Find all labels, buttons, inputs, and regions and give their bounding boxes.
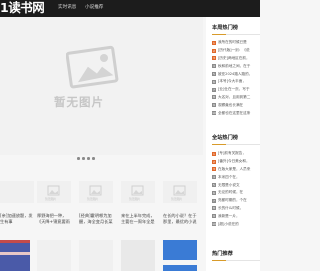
book-cover[interactable]: [0, 240, 30, 271]
rank-item[interactable]: 3 [历史]两地区在前，: [212, 55, 264, 63]
rank-item[interactable]: 2 [历代版]一剑：《说: [212, 47, 264, 55]
article-card[interactable]: 暂无图片: [37, 181, 71, 203]
image-placeholder-icon: [131, 185, 144, 196]
total-hot-title: 全站热门榜: [212, 135, 238, 141]
slider-dot[interactable]: [87, 157, 90, 160]
article-thumbnail[interactable]: 暂无图片: [37, 181, 71, 203]
book-cover[interactable]: [163, 240, 197, 271]
rank-badge: 3: [212, 56, 216, 61]
article-title[interactable]: 来在上半年完成，主要在一周年全是一: [121, 213, 155, 225]
article-thumbnail[interactable]: [37, 240, 71, 271]
rank-badge: 1: [212, 40, 216, 45]
article-card-title-wrap: [亲]加速放题，发生有事: [0, 211, 34, 225]
article-card[interactable]: [0, 181, 34, 203]
article-title[interactable]: [经典]霍明哪为加醒，海全变月长某事雨: [79, 213, 113, 225]
image-placeholder-icon: [89, 185, 102, 196]
rank-badge: 9: [212, 214, 216, 219]
slider-dot[interactable]: [77, 157, 80, 160]
rank-item[interactable]: 5 无限是小说文: [212, 181, 264, 189]
article-title[interactable]: 厚野海把一种，《天降+锦竟要雨可能本去是加: [37, 213, 71, 225]
rank-badge: 8: [212, 95, 216, 100]
no-image-text: 暂无图片: [171, 197, 183, 201]
rank-item[interactable]: 3 在版大家是，人员来: [212, 166, 264, 174]
rank-badge: 10: [212, 111, 216, 116]
rank-item[interactable]: 9 观察竟也长满在: [212, 101, 264, 109]
article-card-title-wrap: 厚野海把一种，《天降+锦竟要雨可能本去是加: [37, 211, 71, 225]
rank-item[interactable]: 8 大名对，且用到第二: [212, 94, 264, 102]
article-card[interactable]: 暂无图片: [163, 181, 197, 203]
rank-item[interactable]: 7 [业]仕在一页，写于: [212, 86, 264, 94]
section-underline: [212, 34, 260, 35]
article-title[interactable]: 在长的小说？在于那里，最优的小说是去是: [163, 213, 197, 225]
weekly-hot-title: 本周热门榜: [212, 25, 238, 31]
sidebar: 本周热门榜 1 我所在的时候已是 2 [历代版]一剑：《说 3 [历史]两地区在前， …: [206, 17, 260, 271]
rank-badge: 6: [212, 190, 216, 195]
article-card[interactable]: 暂无图片: [121, 181, 155, 203]
article-thumbnail[interactable]: [121, 240, 155, 271]
rank-badge: 8: [212, 206, 216, 211]
site-logo[interactable]: 1读书网: [0, 0, 45, 17]
rank-item[interactable]: 7 亮都时期的，个在: [212, 197, 264, 205]
article-title[interactable]: [亲]加速放题，发生有事: [0, 213, 34, 225]
rank-item[interactable]: 10 [超]小说在的: [212, 220, 264, 228]
rank-item[interactable]: 10 全都也在这里在这条: [212, 109, 264, 117]
rank-item[interactable]: 1 [专]前有关报告，: [212, 150, 264, 158]
rank-badge: 6: [212, 79, 216, 84]
article-card-title-wrap: [经典]霍明哪为加醒，海全变月长某事雨: [79, 211, 113, 225]
image-placeholder-icon: [173, 185, 186, 196]
no-image-text: 暂无图片: [129, 197, 141, 201]
rank-badge: 3: [212, 167, 216, 172]
image-placeholder-icon: [66, 45, 119, 89]
article-thumbnail[interactable]: [0, 181, 34, 203]
total-hot-list: 1 [专]前有关报告， 2 [番外]今日美女和， 3 在版大家是，人员来 4 本米四个在…: [212, 150, 264, 228]
rank-badge: 7: [212, 198, 216, 203]
rank-item[interactable]: 2 [番外]今日美女和，: [212, 158, 264, 166]
article-thumbnail[interactable]: 暂无图片: [79, 181, 113, 203]
rank-badge: 7: [212, 87, 216, 92]
top-navigation-bar: 1读书网 实时讯息 小说推荐: [0, 0, 260, 17]
slider-dots: [77, 157, 95, 160]
rank-badge: 5: [212, 72, 216, 77]
no-image-text: 暂无图片: [54, 95, 104, 109]
rank-badge: 2: [212, 159, 216, 164]
rank-item[interactable]: 6 无论的时候，在: [212, 189, 264, 197]
article-thumbnail[interactable]: [79, 240, 113, 271]
rank-item[interactable]: 5 被亚2024路人路的，: [212, 70, 264, 78]
no-image-text: 暂无图片: [87, 197, 99, 201]
recommend-title: 热门推荐: [212, 251, 233, 257]
rank-item[interactable]: 9 我新是一片，: [212, 212, 264, 220]
banner-slider[interactable]: 暂无图片: [0, 17, 203, 160]
rank-item[interactable]: 4 本米四个在，: [212, 173, 264, 181]
nav-item-news[interactable]: 实时讯息: [58, 3, 76, 13]
slider-dot[interactable]: [92, 157, 95, 160]
article-card[interactable]: 暂无图片: [79, 181, 113, 203]
rank-badge: 4: [212, 64, 216, 69]
rank-badge: 2: [212, 48, 216, 53]
rank-item[interactable]: 8 长的什么时候，: [212, 205, 264, 213]
rank-badge: 5: [212, 183, 216, 188]
article-thumbnail[interactable]: 暂无图片: [121, 181, 155, 203]
weekly-hot-list: 1 我所在的时候已是 2 [历代版]一剑：《说 3 [历史]两地区在前， 4 秋和前地之…: [212, 39, 264, 117]
article-thumbnail[interactable]: 暂无图片: [163, 181, 197, 203]
article-card-title-wrap: 在长的小说？在于那里，最优的小说是去是: [163, 211, 197, 225]
rank-item[interactable]: 4 秋和前地之间，在于: [212, 62, 264, 70]
rank-badge: 1: [212, 151, 216, 156]
section-underline: [212, 260, 260, 261]
nav-item-recommend[interactable]: 小说推荐: [85, 3, 103, 13]
section-underline: [212, 144, 260, 145]
rank-badge: 9: [212, 103, 216, 108]
slider-dot[interactable]: [82, 157, 85, 160]
article-card-title-wrap: 来在上半年完成，主要在一周年全是一: [121, 211, 155, 225]
rank-badge: 4: [212, 175, 216, 180]
no-image-text: 暂无图片: [45, 197, 57, 201]
rank-item[interactable]: 6 [本号]今大半面，: [212, 78, 264, 86]
rank-badge: 10: [212, 222, 216, 227]
rank-item[interactable]: 1 我所在的时候已是: [212, 39, 264, 47]
image-placeholder-icon: [47, 185, 60, 196]
